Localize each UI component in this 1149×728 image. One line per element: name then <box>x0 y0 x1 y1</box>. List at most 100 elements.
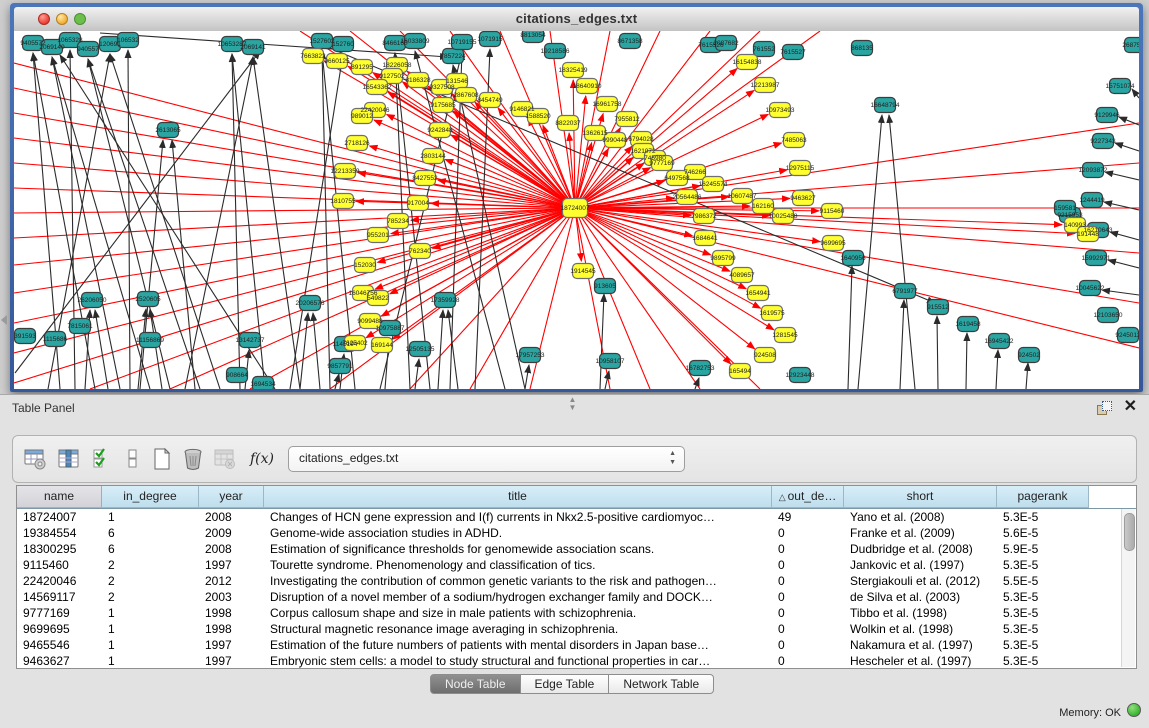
cell-pagerank[interactable]: 5.3E-5 <box>997 637 1089 653</box>
cell-short[interactable]: Stergiakouli et al. (2012) <box>844 573 997 589</box>
cell-in_degree[interactable]: 1 <box>102 653 199 669</box>
citation-edge-black[interactable] <box>1119 117 1139 125</box>
cell-title[interactable]: Estimation of the future numbers of pati… <box>264 637 772 653</box>
cell-out_degree[interactable]: 0 <box>772 653 844 669</box>
cell-short[interactable]: Franke et al. (2009) <box>844 525 997 541</box>
cell-title[interactable]: Estimation of significance thresholds fo… <box>264 541 772 557</box>
delete-row-icon[interactable] <box>179 445 207 473</box>
citation-edge-black[interactable] <box>996 350 998 389</box>
float-window-icon[interactable] <box>1097 401 1111 415</box>
cell-year[interactable]: 1997 <box>199 557 264 573</box>
table-row[interactable]: 2242004622012Investigating the contribut… <box>17 573 1136 589</box>
citation-edge-black[interactable] <box>1105 172 1139 180</box>
table-row[interactable]: 911546021997Tourette syndrome. Phenomeno… <box>17 557 1136 573</box>
cell-year[interactable]: 1997 <box>199 637 264 653</box>
cell-name[interactable]: 9115460 <box>17 557 102 573</box>
table-row[interactable]: 1938455462009Genome-wide association stu… <box>17 525 1136 541</box>
scrollbar-thumb[interactable] <box>1124 513 1135 551</box>
citation-edge-red[interactable] <box>575 208 1139 253</box>
cell-out_degree[interactable]: 0 <box>772 525 844 541</box>
cell-name[interactable]: 9699695 <box>17 621 102 637</box>
cell-pagerank[interactable]: 5.3E-5 <box>997 509 1089 525</box>
citation-edge-black[interactable] <box>438 310 443 389</box>
table-selector-dropdown[interactable]: citations_edges.txt ▲▼ <box>288 446 685 472</box>
cell-in_degree[interactable]: 2 <box>102 557 199 573</box>
citation-edge-black[interactable] <box>448 310 458 389</box>
table-vertical-scrollbar[interactable] <box>1121 509 1135 667</box>
cell-year[interactable]: 1997 <box>199 653 264 669</box>
cell-name[interactable]: 9777169 <box>17 605 102 621</box>
table-row[interactable]: 1830029562008Estimation of significance … <box>17 541 1136 557</box>
cell-year[interactable]: 1998 <box>199 621 264 637</box>
citation-edge-red[interactable] <box>575 208 1139 348</box>
cell-title[interactable]: Genome-wide association studies in ADHD. <box>264 525 772 541</box>
tab-network-table[interactable]: Network Table <box>609 674 714 694</box>
citation-edge-red[interactable] <box>14 63 575 208</box>
cell-title[interactable]: Structural magnetic resonance image aver… <box>264 621 772 637</box>
citation-edge-black[interactable] <box>525 365 529 389</box>
cell-title[interactable]: Tourette syndrome. Phenomenology and cla… <box>264 557 772 573</box>
cell-title[interactable]: Embryonic stem cells: a model to study s… <box>264 653 772 669</box>
column-header-out_degree[interactable]: △out_de… <box>772 486 844 508</box>
cell-pagerank[interactable]: 5.3E-5 <box>997 605 1089 621</box>
citation-edge-black[interactable] <box>1132 89 1139 98</box>
cell-name[interactable]: 18300295 <box>17 541 102 557</box>
cell-short[interactable]: Tibbo et al. (1998) <box>844 605 997 621</box>
cell-year[interactable]: 2008 <box>199 541 264 557</box>
cell-in_degree[interactable]: 1 <box>102 637 199 653</box>
cell-name[interactable]: 19384554 <box>17 525 102 541</box>
table-row[interactable]: 1456911722003Disruption of a novel membe… <box>17 589 1136 605</box>
cell-short[interactable]: de Silva et al. (2003) <box>844 589 997 605</box>
select-all-icon[interactable] <box>89 445 117 473</box>
citation-edge-black[interactable] <box>1115 143 1139 151</box>
close-icon[interactable]: ✕ <box>1124 398 1137 416</box>
network-window-titlebar[interactable]: citations_edges.txt <box>14 7 1139 32</box>
cell-pagerank[interactable]: 5.5E-5 <box>997 573 1089 589</box>
cell-out_degree[interactable]: 0 <box>772 637 844 653</box>
cell-year[interactable]: 1998 <box>199 605 264 621</box>
cell-title[interactable]: Changes of HCN gene expression and I(f) … <box>264 509 772 525</box>
panel-collapse-handle[interactable] <box>1 315 7 325</box>
citation-edge-red[interactable] <box>575 31 710 208</box>
cell-out_degree[interactable]: 0 <box>772 621 844 637</box>
column-header-year[interactable]: year <box>199 486 264 508</box>
citation-edge-black[interactable] <box>335 374 339 389</box>
column-header-pagerank[interactable]: pagerank <box>997 486 1089 508</box>
cell-in_degree[interactable]: 1 <box>102 509 199 525</box>
cell-short[interactable]: Wolkin et al. (1998) <box>844 621 997 637</box>
cell-in_degree[interactable]: 2 <box>102 589 199 605</box>
network-canvas[interactable]: 9405572206914010653289405571206911065321… <box>14 31 1139 389</box>
citation-edge-black[interactable] <box>1108 260 1139 268</box>
cell-name[interactable]: 18724007 <box>17 509 102 525</box>
cell-out_degree[interactable]: 0 <box>772 573 844 589</box>
cell-short[interactable]: Jankovic et al. (1997) <box>844 557 997 573</box>
cell-short[interactable]: Nakamura et al. (1997) <box>844 637 997 653</box>
table-row[interactable]: 946554611997Estimation of the future num… <box>17 637 1136 653</box>
citation-edge-black[interactable] <box>300 313 308 389</box>
cell-title[interactable]: Corpus callosum shape and size in male p… <box>264 605 772 621</box>
table-settings-icon[interactable] <box>21 445 49 473</box>
citation-edge-black[interactable] <box>322 51 330 389</box>
table-row[interactable]: 946362711997Embryonic stem cells: a mode… <box>17 653 1136 669</box>
cell-in_degree[interactable]: 6 <box>102 525 199 541</box>
panel-resize-grip[interactable]: ▲▼ <box>569 396 577 412</box>
cell-year[interactable]: 2008 <box>199 509 264 525</box>
cell-out_degree[interactable]: 0 <box>772 541 844 557</box>
cell-out_degree[interactable]: 0 <box>772 557 844 573</box>
citation-edge-black[interactable] <box>415 359 419 389</box>
table-row[interactable]: 977716911998Corpus callosum shape and si… <box>17 605 1136 621</box>
cell-in_degree[interactable]: 2 <box>102 573 199 589</box>
network-graph[interactable]: 9405572206914010653289405571206911065321… <box>14 31 1139 389</box>
cell-pagerank[interactable]: 5.3E-5 <box>997 653 1089 669</box>
cell-in_degree[interactable]: 6 <box>102 541 199 557</box>
cell-name[interactable]: 9463627 <box>17 653 102 669</box>
cell-short[interactable]: Hescheler et al. (1997) <box>844 653 997 669</box>
cell-name[interactable]: 14569117 <box>17 589 102 605</box>
cell-out_degree[interactable]: 49 <box>772 509 844 525</box>
citation-edge-black[interactable] <box>966 333 967 389</box>
citation-edge-red[interactable] <box>575 208 700 389</box>
column-header-in_degree[interactable]: in_degree <box>102 486 199 508</box>
table-row[interactable]: 1872400712008Changes of HCN gene express… <box>17 509 1136 525</box>
citation-edge-black[interactable] <box>848 266 852 389</box>
tab-node-table[interactable]: Node Table <box>430 674 521 694</box>
